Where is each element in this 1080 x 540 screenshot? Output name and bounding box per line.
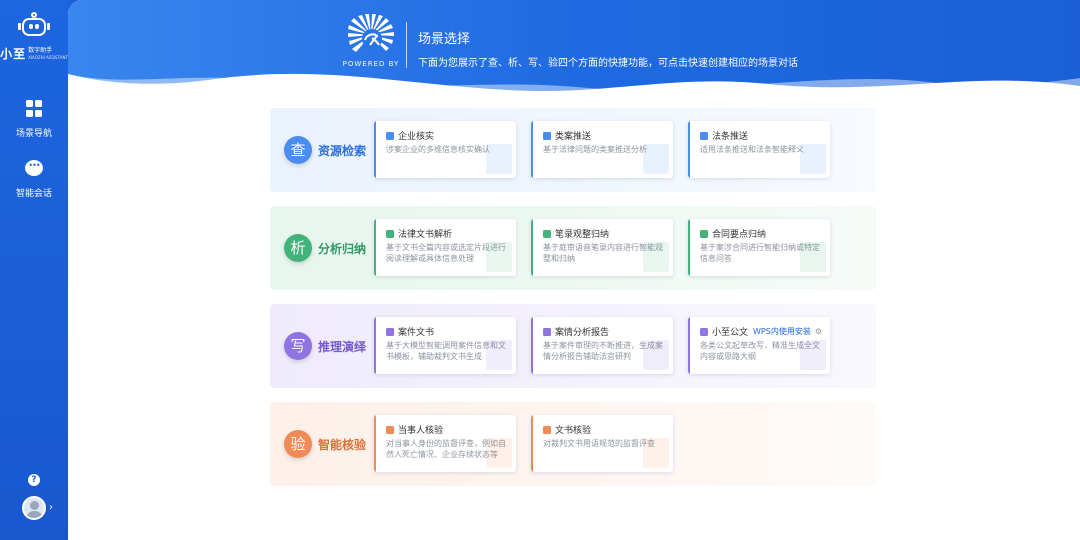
avatar[interactable] bbox=[22, 496, 46, 520]
scene-row-verify: 验 智能核验 当事人核验 对当事人身份的监督评查，例如自然人死亡情况、企业存续状… bbox=[270, 402, 876, 486]
banner-divider bbox=[406, 22, 407, 68]
card-watermark-icon bbox=[643, 144, 669, 174]
scene-card-case-report[interactable]: 案情分析报告 基于案件审理的不断推进，生成案情分析报告辅助法官研判 bbox=[531, 317, 673, 374]
scene-card-similar-case[interactable]: 类案推送 基于法律问题的类案推送分析 bbox=[531, 121, 673, 178]
row-title: 资源检索 bbox=[318, 143, 367, 158]
scene-card-case-document[interactable]: 案件文书 基于大模型智能调用案件信息和文书模板，辅助裁判文书生成 bbox=[374, 317, 516, 374]
sidebar-item-smart-chat[interactable]: 智能会话 bbox=[0, 160, 68, 199]
row-title: 智能核验 bbox=[318, 437, 367, 452]
card-title: 法条推送 bbox=[712, 132, 749, 142]
row-label: 验 智能核验 bbox=[284, 430, 366, 458]
row-title: 分析归纳 bbox=[318, 241, 367, 256]
card-title: 法律文书解析 bbox=[398, 230, 453, 240]
card-title: 小至公文 bbox=[712, 328, 749, 338]
row-label: 写 推理演绎 bbox=[284, 332, 366, 360]
card-watermark-icon bbox=[643, 438, 669, 468]
robot-icon bbox=[17, 12, 51, 42]
row-label: 查 资源检索 bbox=[284, 136, 366, 164]
card-title: 文书核验 bbox=[555, 426, 592, 436]
row-glyph-icon: 查 bbox=[284, 136, 312, 164]
check-document-icon bbox=[543, 425, 551, 434]
row-glyph-icon: 写 bbox=[284, 332, 312, 360]
card-title: 类案推送 bbox=[555, 132, 592, 142]
row-title: 推理演绎 bbox=[318, 339, 367, 354]
briefcase-icon bbox=[700, 327, 708, 336]
transcript-icon bbox=[543, 229, 551, 238]
card-title: 笔录观整归纳 bbox=[555, 230, 610, 240]
chat-icon bbox=[25, 160, 43, 176]
card-watermark-icon bbox=[800, 242, 826, 272]
row-label: 析 分析归纳 bbox=[284, 234, 366, 262]
page-description: 下面为您展示了查、析、写、验四个方面的快捷功能，可点击快速创建相应的场景对话 bbox=[418, 58, 798, 69]
contract-icon bbox=[700, 229, 708, 238]
grid-icon bbox=[25, 100, 43, 118]
person-icon bbox=[386, 425, 394, 434]
logo-main-text: 小至 bbox=[0, 47, 27, 61]
book-icon bbox=[700, 131, 708, 140]
scene-row-writing: 写 推理演绎 案件文书 基于大模型智能调用案件信息和文书模板，辅助裁判文书生成 … bbox=[270, 304, 876, 388]
scene-card-document-parse[interactable]: 法律文书解析 基于文书全篇内容或选定片段进行阅读理解或具体信息处理 bbox=[374, 219, 516, 276]
card-watermark-icon bbox=[800, 144, 826, 174]
page-title: 场景选择 bbox=[418, 32, 471, 47]
card-title: 企业核实 bbox=[398, 132, 435, 142]
card-title: 合同要点归纳 bbox=[712, 230, 767, 240]
powered-by-text: POWERED BY bbox=[342, 60, 400, 68]
logo-en-text: XIAOZHI ASSISTANT bbox=[28, 54, 68, 60]
app-logo[interactable]: 小至 数字助手 XIAOZHI ASSISTANT bbox=[0, 12, 68, 62]
case-icon bbox=[543, 131, 551, 140]
card-watermark-icon bbox=[486, 242, 512, 272]
card-title: 当事人核验 bbox=[398, 426, 444, 436]
row-glyph-icon: 析 bbox=[284, 234, 312, 262]
card-watermark-icon bbox=[486, 438, 512, 468]
scene-card-enterprise-verify[interactable]: 企业核实 涉案企业的多维信息核实确认 bbox=[374, 121, 516, 178]
card-watermark-icon bbox=[486, 340, 512, 370]
gear-icon[interactable]: ⚙ bbox=[815, 327, 822, 336]
card-title: 案情分析报告 bbox=[555, 328, 610, 338]
scene-card-law-push[interactable]: 法条推送 适用法条推送和法条智能释义 bbox=[688, 121, 830, 178]
document-icon bbox=[386, 229, 394, 238]
sidebar-item-label: 智能会话 bbox=[15, 189, 52, 199]
help-icon[interactable]: ? bbox=[28, 474, 40, 486]
building-icon bbox=[386, 131, 394, 140]
scene-card-official-doc[interactable]: 小至公文 WPS内使用安装 ⚙ 各类公文起草改写，精准生成全文内容或思路大纲 bbox=[688, 317, 830, 374]
scene-card-contract-summary[interactable]: 合同要点归纳 基于案涉合同进行智能归纳或特定信息问答 bbox=[688, 219, 830, 276]
card-title: 案件文书 bbox=[398, 328, 435, 338]
card-watermark-icon bbox=[643, 242, 669, 272]
sidebar: 小至 数字助手 XIAOZHI ASSISTANT 场景导航 智能会话 ? › bbox=[0, 0, 68, 540]
chevron-right-icon[interactable]: › bbox=[49, 502, 53, 513]
main-content: POWERED BY 场景选择 下面为您展示了查、析、写、验四个方面的快捷功能，… bbox=[68, 0, 1080, 540]
card-watermark-icon bbox=[643, 340, 669, 370]
banner: POWERED BY 场景选择 下面为您展示了查、析、写、验四个方面的快捷功能，… bbox=[68, 0, 1080, 110]
scene-card-transcript-summary[interactable]: 笔录观整归纳 基于庭审语音笔录内容进行智能观整和归纳 bbox=[531, 219, 673, 276]
brand-block: POWERED BY bbox=[340, 14, 402, 68]
wps-install-link[interactable]: WPS内使用安装 bbox=[753, 326, 811, 337]
sidebar-item-label: 场景导航 bbox=[15, 129, 52, 139]
sunburst-logo-icon bbox=[348, 14, 394, 52]
report-icon bbox=[543, 327, 551, 336]
card-watermark-icon bbox=[800, 340, 826, 370]
pen-icon bbox=[386, 327, 394, 336]
scene-row-analysis: 析 分析归纳 法律文书解析 基于文书全篇内容或选定片段进行阅读理解或具体信息处理… bbox=[270, 206, 876, 290]
scene-card-document-verify[interactable]: 文书核验 对裁判文书用语规范的监督评查 bbox=[531, 415, 673, 472]
sidebar-item-scene-nav[interactable]: 场景导航 bbox=[0, 100, 68, 139]
logo-sub-text: 数字助手 bbox=[28, 46, 53, 54]
row-glyph-icon: 验 bbox=[284, 430, 312, 458]
scene-card-party-verify[interactable]: 当事人核验 对当事人身份的监督评查，例如自然人死亡情况、企业存续状态等 bbox=[374, 415, 516, 472]
card-watermark-icon bbox=[486, 144, 512, 174]
scene-row-search: 查 资源检索 企业核实 涉案企业的多维信息核实确认 类案推送 基于法律问题的类案… bbox=[270, 108, 876, 192]
